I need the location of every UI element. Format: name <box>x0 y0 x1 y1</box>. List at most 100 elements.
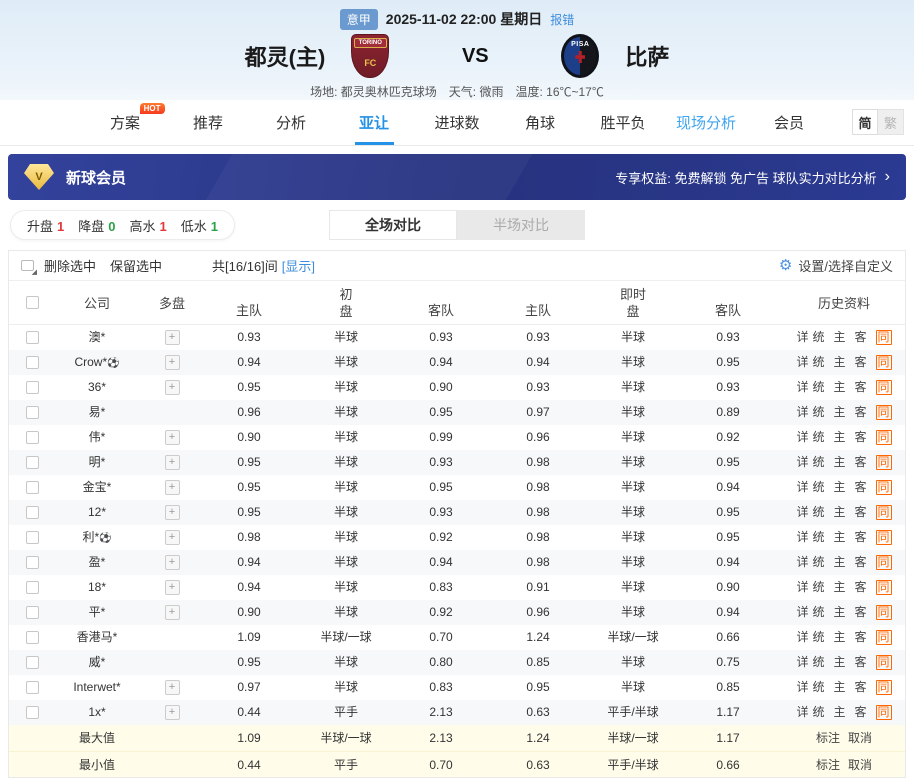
history-link-详[interactable]: 详 <box>796 650 808 675</box>
history-link-详[interactable]: 详 <box>796 675 808 700</box>
row-checkbox[interactable] <box>26 356 39 369</box>
history-link-统[interactable]: 统 <box>812 475 824 500</box>
show-link[interactable]: [显示] <box>282 256 315 275</box>
cancel-button[interactable]: 取消 <box>848 752 872 778</box>
history-link-主[interactable]: 主 <box>833 675 845 700</box>
history-link-客[interactable]: 客 <box>855 650 867 675</box>
delete-selected-button[interactable]: 删除选中 <box>44 256 96 275</box>
history-link-主[interactable]: 主 <box>833 450 845 475</box>
history-link-统[interactable]: 统 <box>812 700 824 725</box>
history-link-统[interactable]: 统 <box>812 675 824 700</box>
lang-traditional-button[interactable]: 繁 <box>878 109 904 135</box>
row-checkbox[interactable] <box>26 656 39 669</box>
history-link-统[interactable]: 统 <box>812 375 824 400</box>
history-link-主[interactable]: 主 <box>833 625 845 650</box>
row-checkbox[interactable] <box>26 606 39 619</box>
history-link-详[interactable]: 详 <box>796 375 808 400</box>
history-link-主[interactable]: 主 <box>833 400 845 425</box>
multi-plate-expand-button[interactable]: + <box>165 330 180 345</box>
report-error-link[interactable]: 报错 <box>550 11 574 28</box>
history-link-详[interactable]: 详 <box>796 525 808 550</box>
nav-tab-亚让[interactable]: 亚让 <box>333 100 416 145</box>
history-link-同[interactable]: 同 <box>876 630 892 645</box>
mark-button[interactable]: 标注 <box>816 752 840 778</box>
row-checkbox[interactable] <box>26 481 39 494</box>
history-link-统[interactable]: 统 <box>812 500 824 525</box>
history-link-详[interactable]: 详 <box>796 450 808 475</box>
history-link-主[interactable]: 主 <box>833 525 845 550</box>
history-link-同[interactable]: 同 <box>876 330 892 345</box>
history-link-统[interactable]: 统 <box>812 400 824 425</box>
nav-tab-进球数[interactable]: 进球数 <box>416 100 499 145</box>
history-link-统[interactable]: 统 <box>812 325 824 350</box>
row-checkbox[interactable] <box>26 631 39 644</box>
multi-plate-expand-button[interactable]: + <box>165 580 180 595</box>
history-link-主[interactable]: 主 <box>833 650 845 675</box>
row-checkbox[interactable] <box>26 706 39 719</box>
history-link-主[interactable]: 主 <box>833 425 845 450</box>
history-link-统[interactable]: 统 <box>812 350 824 375</box>
history-link-详[interactable]: 详 <box>796 400 808 425</box>
row-checkbox[interactable] <box>26 456 39 469</box>
history-link-同[interactable]: 同 <box>876 455 892 470</box>
nav-tab-方案[interactable]: 方案HOT <box>84 100 167 145</box>
history-link-客[interactable]: 客 <box>855 325 867 350</box>
history-link-详[interactable]: 详 <box>796 550 808 575</box>
multi-plate-expand-button[interactable]: + <box>165 705 180 720</box>
history-link-统[interactable]: 统 <box>812 525 824 550</box>
history-link-客[interactable]: 客 <box>855 425 867 450</box>
row-checkbox[interactable] <box>26 581 39 594</box>
nav-tab-推荐[interactable]: 推荐 <box>167 100 250 145</box>
multi-plate-expand-button[interactable]: + <box>165 380 180 395</box>
member-banner[interactable]: V 新球会员 专享权益: 免费解锁 免广告 球队实力对比分析 › <box>8 154 906 200</box>
history-link-主[interactable]: 主 <box>833 350 845 375</box>
history-link-同[interactable]: 同 <box>876 430 892 445</box>
history-link-同[interactable]: 同 <box>876 580 892 595</box>
history-link-客[interactable]: 客 <box>855 350 867 375</box>
history-link-详[interactable]: 详 <box>796 575 808 600</box>
history-link-主[interactable]: 主 <box>833 375 845 400</box>
history-link-统[interactable]: 统 <box>812 450 824 475</box>
history-link-客[interactable]: 客 <box>855 400 867 425</box>
history-link-详[interactable]: 详 <box>796 425 808 450</box>
history-link-主[interactable]: 主 <box>833 600 845 625</box>
multi-plate-expand-button[interactable]: + <box>165 455 180 470</box>
history-link-同[interactable]: 同 <box>876 530 892 545</box>
row-checkbox[interactable] <box>26 406 39 419</box>
history-link-客[interactable]: 客 <box>855 375 867 400</box>
row-checkbox[interactable] <box>26 506 39 519</box>
tab-half-match[interactable]: 半场对比 <box>457 210 585 240</box>
header-checkbox[interactable] <box>26 296 39 309</box>
history-link-客[interactable]: 客 <box>855 700 867 725</box>
keep-selected-button[interactable]: 保留选中 <box>110 256 162 275</box>
history-link-同[interactable]: 同 <box>876 505 892 520</box>
history-link-主[interactable]: 主 <box>833 550 845 575</box>
nav-tab-会员[interactable]: 会员 <box>748 100 831 145</box>
tab-full-match[interactable]: 全场对比 <box>329 210 457 240</box>
history-link-客[interactable]: 客 <box>855 600 867 625</box>
history-link-同[interactable]: 同 <box>876 355 892 370</box>
multi-plate-expand-button[interactable]: + <box>165 430 180 445</box>
history-link-主[interactable]: 主 <box>833 700 845 725</box>
history-link-客[interactable]: 客 <box>855 625 867 650</box>
nav-tab-胜平负[interactable]: 胜平负 <box>582 100 665 145</box>
history-link-客[interactable]: 客 <box>855 500 867 525</box>
history-link-统[interactable]: 统 <box>812 625 824 650</box>
history-link-同[interactable]: 同 <box>876 705 892 720</box>
history-link-同[interactable]: 同 <box>876 380 892 395</box>
chevron-right-icon[interactable]: › <box>885 168 890 186</box>
history-link-详[interactable]: 详 <box>796 600 808 625</box>
nav-tab-分析[interactable]: 分析 <box>250 100 333 145</box>
multi-plate-expand-button[interactable]: + <box>165 605 180 620</box>
history-link-客[interactable]: 客 <box>855 450 867 475</box>
nav-tab-现场分析[interactable]: 现场分析 <box>665 100 748 145</box>
settings-button[interactable]: ⚙ 设置/选择自定义 <box>779 256 893 275</box>
history-link-同[interactable]: 同 <box>876 605 892 620</box>
history-link-详[interactable]: 详 <box>796 350 808 375</box>
row-checkbox[interactable] <box>26 381 39 394</box>
league-badge[interactable]: 意甲 <box>340 9 378 30</box>
history-link-同[interactable]: 同 <box>876 680 892 695</box>
history-link-统[interactable]: 统 <box>812 650 824 675</box>
history-link-主[interactable]: 主 <box>833 500 845 525</box>
history-link-同[interactable]: 同 <box>876 555 892 570</box>
